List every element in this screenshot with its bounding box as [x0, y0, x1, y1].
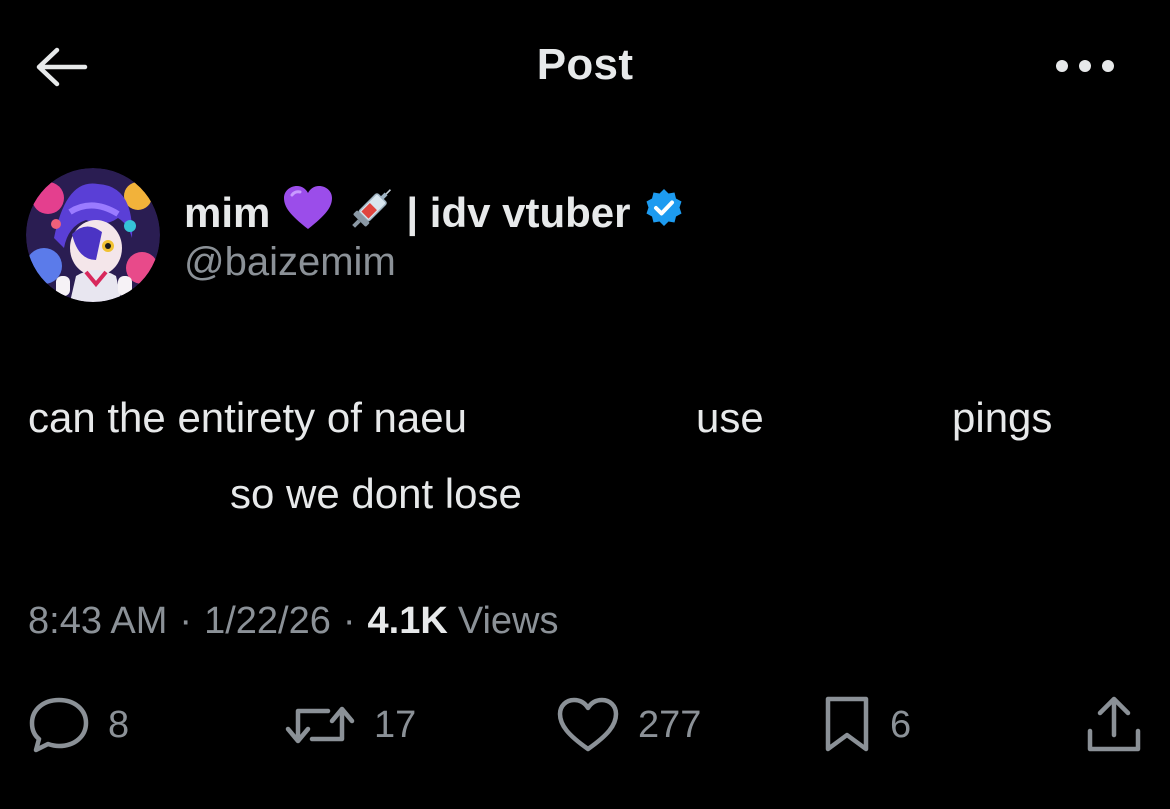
bookmark-count: 6 [890, 703, 912, 746]
repost-button[interactable]: 17 [284, 690, 416, 760]
display-name-suffix: | idv vtuber [406, 189, 631, 236]
like-button[interactable]: 277 [556, 690, 701, 760]
views-label: Views [457, 600, 559, 642]
post-text-segment: so we dont lose [230, 470, 522, 517]
repost-count: 17 [374, 703, 417, 746]
page-title: Post [536, 40, 634, 89]
reply-button[interactable]: 8 [28, 690, 129, 760]
post-text-segment: pings [952, 394, 1053, 441]
bookmark-button[interactable]: 6 [822, 690, 911, 760]
views-count: 4.1K [367, 600, 448, 642]
author-name[interactable]: mim | idv vtuber [184, 182, 685, 244]
post-line: so we dont lose [28, 456, 1138, 532]
bookmark-icon [825, 696, 869, 752]
author-handle[interactable]: @baizemim [184, 240, 396, 285]
heart-icon [557, 697, 619, 752]
syringe-icon [346, 182, 398, 244]
post-time[interactable]: 8:43 AM [28, 600, 167, 643]
purple-heart-icon [282, 185, 334, 241]
post-text-segment: use [696, 394, 764, 441]
separator-dot: · [179, 600, 193, 642]
avatar-image-icon [26, 168, 160, 302]
post-date[interactable]: 1/22/26 [204, 600, 331, 643]
avatar[interactable] [26, 168, 160, 302]
post-text-segment: can the entirety of naeu [28, 394, 467, 441]
more-dots-icon [1056, 60, 1114, 72]
top-bar: Post [0, 0, 1170, 135]
author-row: mim | idv vtuber @baizemim [26, 168, 1146, 308]
like-count: 277 [638, 703, 702, 746]
reply-count: 8 [108, 703, 130, 746]
post-line: can the entirety of naeu use pings [28, 380, 1138, 456]
reply-icon [29, 697, 89, 753]
share-icon [1087, 696, 1141, 752]
verified-badge-icon[interactable] [643, 187, 685, 239]
display-name: mim [184, 189, 271, 236]
action-bar: 8 17 277 6 [0, 690, 1170, 760]
more-options-button[interactable] [1050, 48, 1120, 84]
post-metadata: 8:43 AM · 1/22/26 · 4.1K Views [28, 600, 559, 643]
post-text: can the entirety of naeu use pings so we… [28, 380, 1138, 532]
separator-dot: · [342, 600, 356, 642]
share-button[interactable] [1084, 690, 1144, 760]
repost-icon [285, 706, 355, 744]
